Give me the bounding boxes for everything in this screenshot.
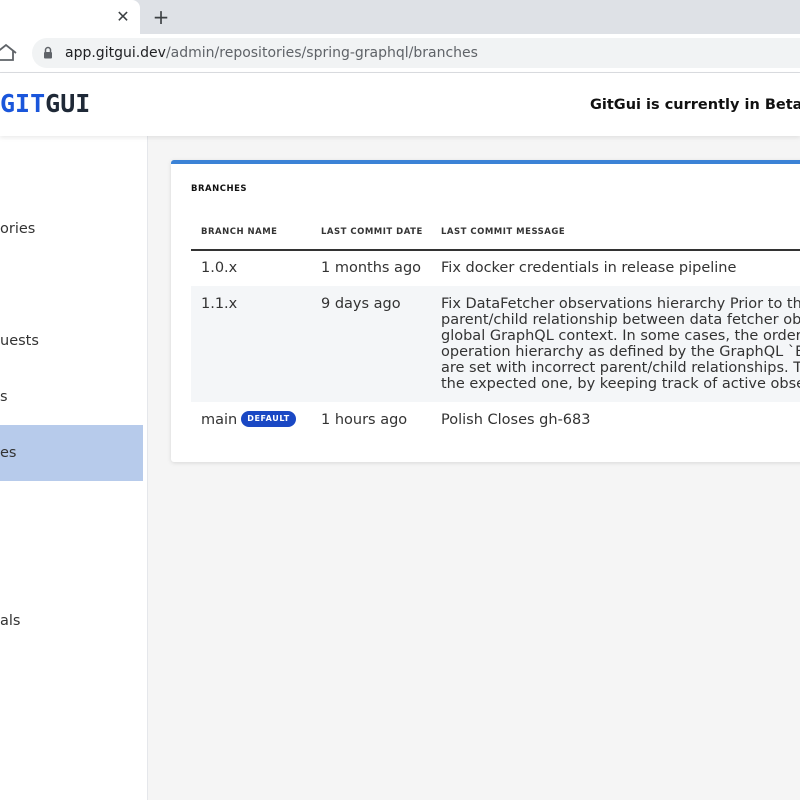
browser-tab[interactable]: ✕	[0, 0, 140, 34]
column-last-commit-date: LAST COMMIT DATE	[321, 227, 423, 237]
gitgui-logo[interactable]: GITGUI	[0, 89, 90, 119]
commit-message: Polish Closes gh-683	[441, 412, 591, 428]
url-host: app.gitgui.dev	[65, 45, 166, 61]
url-text: app.gitgui.dev/admin/repositories/spring…	[65, 38, 478, 68]
sidebar-item-approvals[interactable]: als	[0, 593, 143, 649]
branch-name-cell: main DEFAULT	[201, 411, 296, 428]
table-row[interactable]: 1.1.x 9 days ago Fix DataFetcher observa…	[191, 286, 800, 402]
close-tab-icon[interactable]: ✕	[115, 7, 131, 27]
branch-name[interactable]: 1.1.x	[201, 296, 237, 312]
sidebar-item-label: als	[0, 613, 21, 629]
sidebar: ories uests s es als	[0, 136, 148, 800]
column-last-commit-message: LAST COMMIT MESSAGE	[441, 227, 566, 237]
beta-notice: GitGui is currently in Beta	[590, 97, 800, 113]
table-row[interactable]: 1.0.x 1 months ago Fix docker credential…	[191, 250, 800, 286]
sidebar-item-branches[interactable]: es	[0, 425, 143, 481]
default-badge: DEFAULT	[241, 411, 296, 427]
browser-address-bar: app.gitgui.dev/admin/repositories/spring…	[0, 34, 800, 73]
branch-name[interactable]: 1.0.x	[201, 260, 237, 276]
sidebar-item-commits[interactable]: s	[0, 369, 143, 425]
url-field[interactable]: app.gitgui.dev/admin/repositories/spring…	[32, 38, 800, 68]
card-title: BRANCHES	[191, 184, 247, 194]
new-tab-icon[interactable]: +	[150, 5, 172, 29]
commit-date: 1 months ago	[321, 260, 422, 276]
commit-date: 9 days ago	[321, 296, 401, 312]
sidebar-item-label: ories	[0, 221, 36, 237]
commit-message-line: global GraphQL context. In some cases, t…	[441, 328, 800, 344]
home-icon[interactable]	[0, 43, 20, 63]
sidebar-item-repositories[interactable]: ories	[0, 201, 143, 257]
commit-message-line: the expected one, by keeping track of ac…	[441, 376, 800, 392]
commit-message: Fix docker credentials in release pipeli…	[441, 260, 737, 276]
logo-gui: GUI	[45, 89, 91, 118]
commit-message-line: parent/child relationship between data f…	[441, 312, 800, 328]
logo-git: GIT	[0, 89, 46, 118]
sidebar-item-label: es	[0, 445, 17, 461]
commit-message-line: are set with incorrect parent/child rela…	[441, 360, 800, 376]
commit-message-line: operation hierarchy as defined by the Gr…	[441, 344, 800, 360]
branches-card: BRANCHES BRANCH NAME LAST COMMIT DATE LA…	[171, 160, 800, 462]
app-header: GITGUI GitGui is currently in Beta	[0, 73, 800, 136]
commit-date: 1 hours ago	[321, 412, 408, 428]
sidebar-item-label: uests	[0, 333, 39, 349]
sidebar-item-label: s	[0, 389, 8, 405]
browser-tab-bar: ✕ +	[0, 0, 800, 34]
commit-message: Fix DataFetcher observations hierarchy P…	[441, 296, 800, 392]
sidebar-item-pull-requests[interactable]: uests	[0, 313, 143, 369]
url-path: /admin/repositories/spring-graphql/branc…	[165, 45, 478, 61]
column-branch-name: BRANCH NAME	[201, 227, 278, 237]
lock-icon	[44, 46, 52, 59]
table-row[interactable]: main DEFAULT 1 hours ago Polish Closes gh…	[191, 402, 800, 442]
branch-name[interactable]: main	[201, 412, 237, 428]
commit-message-line: Fix DataFetcher observations hierarchy P…	[441, 296, 800, 312]
table-header: BRANCH NAME LAST COMMIT DATE LAST COMMIT…	[191, 219, 800, 251]
